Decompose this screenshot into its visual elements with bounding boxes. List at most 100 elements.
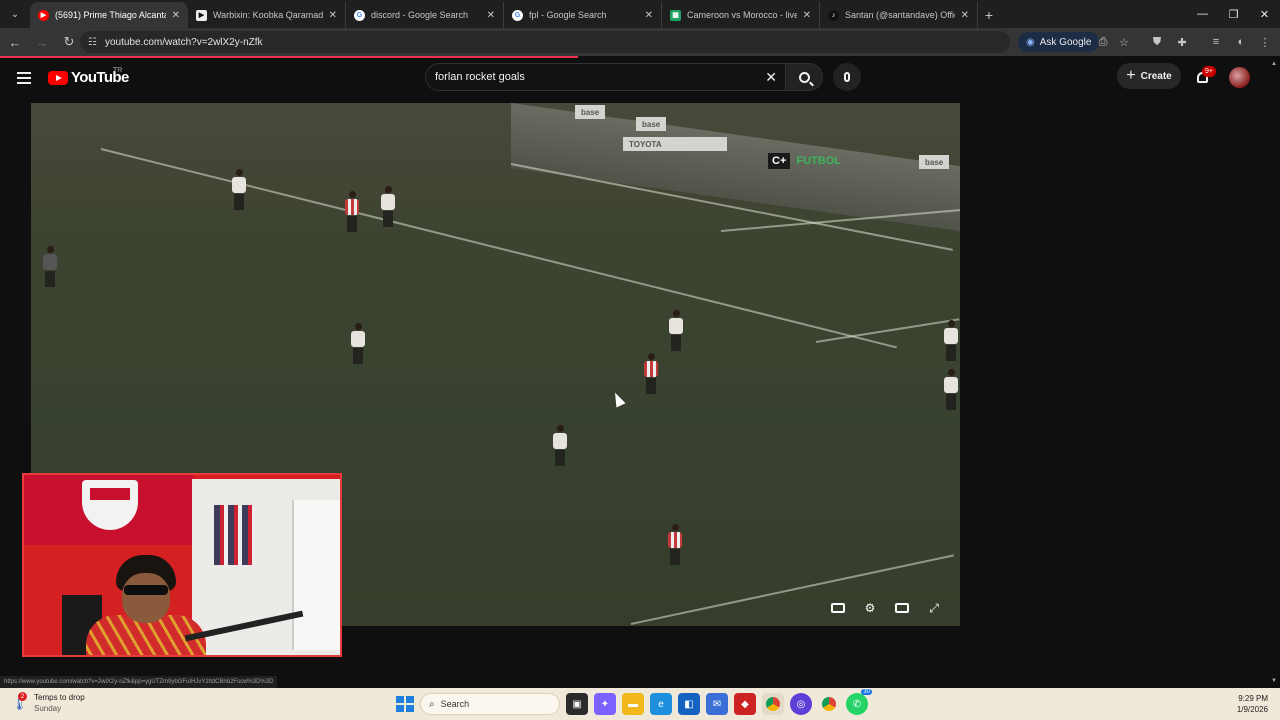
tab-strip: ⌄ ▶ (5691) Prime Thiago Alcantara ✕ ▶ Wa… — [0, 0, 1280, 28]
tiktok-icon: ♪ — [828, 9, 839, 21]
subtitles-button[interactable] — [828, 599, 848, 617]
sheet-icon: ▦ — [670, 9, 681, 21]
player — [350, 323, 366, 367]
search-icon — [798, 71, 810, 83]
tab-fpl-search[interactable]: G fpl - Google Search ✕ — [504, 2, 662, 28]
close-tab-icon[interactable]: ✕ — [803, 10, 811, 21]
store-icon[interactable]: ◧ — [678, 693, 700, 715]
start-button[interactable] — [394, 694, 414, 714]
weather-title: Temps to drop — [34, 693, 85, 702]
tab-search-button[interactable]: ⌄ — [4, 3, 26, 25]
close-tab-icon[interactable]: ✕ — [487, 10, 495, 21]
taskbar-search-label: Search — [440, 699, 470, 709]
tab-warbixin[interactable]: ▶ Warbixin: Koobka Qaramada Af ✕ — [188, 2, 346, 28]
google-icon: G — [512, 9, 523, 21]
chrome-profile-icon[interactable] — [818, 693, 840, 715]
media-controls-icon[interactable]: ≡ — [1206, 32, 1226, 52]
forward-icon[interactable]: → — [30, 30, 54, 54]
chrome-icon[interactable] — [762, 693, 784, 715]
scroll-down-arrow[interactable]: ▼ — [1271, 678, 1277, 684]
file-explorer-icon[interactable]: ▬ — [622, 693, 644, 715]
player — [667, 524, 683, 568]
player — [668, 310, 684, 354]
tab-discord-search[interactable]: G discord - Google Search ✕ — [346, 2, 504, 28]
weather-widget[interactable]: 🌡 2 Temps to drop Sunday — [12, 692, 85, 714]
outlook-icon[interactable]: ✉ — [706, 693, 728, 715]
new-tab-button[interactable]: + — [978, 4, 1000, 26]
menu-icon[interactable] — [14, 68, 34, 88]
tab-title: Warbixin: Koobka Qaramada Af — [213, 10, 323, 20]
reload-icon[interactable]: ↻ — [57, 30, 81, 54]
player-controls: ⚙ ⤢ — [828, 599, 944, 617]
clock-time: 9:29 PM — [1238, 694, 1268, 703]
close-tab-icon[interactable]: ✕ — [329, 10, 337, 21]
extensions-icon[interactable]: ✚ — [1172, 32, 1192, 52]
edge-icon[interactable]: e — [650, 693, 672, 715]
webcam-overlay — [22, 473, 342, 657]
arsenal-flag — [24, 475, 194, 545]
notification-badge: 9+ — [1202, 66, 1216, 77]
player — [42, 246, 58, 290]
windows-taskbar: 🌡 2 Temps to drop Sunday ⌕ Search ▣ ✦ ▬ … — [0, 688, 1280, 720]
install-icon[interactable]: ⎙ — [1093, 32, 1113, 52]
tab-cameroon-morocco[interactable]: ▦ Cameroon vs Morocco - live sc ✕ — [662, 2, 820, 28]
tab-title: discord - Google Search — [371, 10, 469, 20]
tab-youtube[interactable]: ▶ (5691) Prime Thiago Alcantara ✕ — [30, 2, 188, 28]
youtube-play-icon — [48, 70, 68, 85]
more-menu-icon[interactable]: ⋮ — [1255, 32, 1275, 52]
tab-title: Santan (@santandave) Official — [845, 10, 955, 20]
system-clock[interactable]: 9:29 PM 1/9/2026 — [1237, 693, 1268, 715]
back-icon[interactable]: ← — [3, 30, 27, 54]
games-icon[interactable]: ◆ — [734, 693, 756, 715]
scroll-up-arrow[interactable]: ▲ — [1271, 61, 1277, 67]
ad-board: TOYOTA — [623, 137, 727, 151]
clear-search-icon[interactable]: ✕ — [765, 69, 777, 86]
room-door — [292, 500, 340, 650]
address-bar[interactable]: ☷ youtube.com/watch?v=2wlX2y-nZfk — [80, 31, 1010, 53]
microphone-icon — [844, 72, 850, 82]
profile-icon[interactable]: ◐ — [1231, 32, 1251, 52]
close-window-icon[interactable]: ✕ — [1249, 0, 1280, 28]
ask-google-button[interactable]: ◉ Ask Google — [1018, 32, 1100, 52]
lens-icon: ◉ — [1026, 36, 1035, 48]
streamer — [86, 555, 206, 655]
theater-mode-button[interactable] — [892, 599, 912, 617]
broadcaster-logo: C+ FUTBOL — [768, 152, 847, 170]
tab-title: fpl - Google Search — [529, 10, 607, 20]
task-view-icon[interactable]: ▣ — [566, 693, 588, 715]
site-info-icon[interactable]: ☷ — [88, 37, 97, 48]
youtube-masthead: YouTube TR forlan rocket goals ✕ + Creat… — [0, 58, 1280, 98]
avatar[interactable] — [1229, 67, 1250, 88]
restore-icon[interactable]: ❐ — [1218, 0, 1249, 28]
player — [380, 186, 396, 230]
close-tab-icon[interactable]: ✕ — [961, 10, 969, 21]
theater-icon — [895, 603, 909, 613]
player — [552, 425, 568, 469]
search-input[interactable]: forlan rocket goals ✕ — [425, 63, 787, 91]
search-button[interactable] — [785, 63, 823, 91]
shield-icon[interactable]: ⛊ — [1147, 32, 1167, 52]
plus-icon: + — [1126, 67, 1136, 84]
fullscreen-button[interactable]: ⤢ — [924, 599, 944, 617]
close-tab-icon[interactable]: ✕ — [645, 10, 653, 21]
whatsapp-icon[interactable]: ✆ 30 — [846, 689, 872, 715]
sunglasses — [124, 585, 168, 595]
weather-badge: 2 — [18, 692, 27, 701]
assistant-icon[interactable]: ◎ — [790, 693, 812, 715]
create-button[interactable]: + Create — [1117, 63, 1181, 89]
youtube-icon: ▶ — [38, 9, 49, 21]
player — [344, 191, 360, 235]
close-tab-icon[interactable]: ✕ — [172, 10, 180, 21]
country-code: TR — [113, 67, 123, 74]
url-text: youtube.com/watch?v=2wlX2y-nZfk — [104, 36, 263, 48]
settings-button[interactable]: ⚙ — [860, 599, 880, 617]
google-icon: G — [354, 9, 365, 21]
stadium-stands — [511, 103, 960, 232]
tab-tiktok[interactable]: ♪ Santan (@santandave) Official ✕ — [820, 2, 978, 28]
ad-board: base — [575, 105, 606, 119]
minimize-icon[interactable]: — — [1187, 0, 1218, 28]
voice-search-button[interactable] — [833, 63, 861, 91]
bookmark-star-icon[interactable]: ☆ — [1114, 32, 1134, 52]
taskbar-search[interactable]: ⌕ Search — [420, 693, 560, 715]
copilot-icon[interactable]: ✦ — [594, 693, 616, 715]
